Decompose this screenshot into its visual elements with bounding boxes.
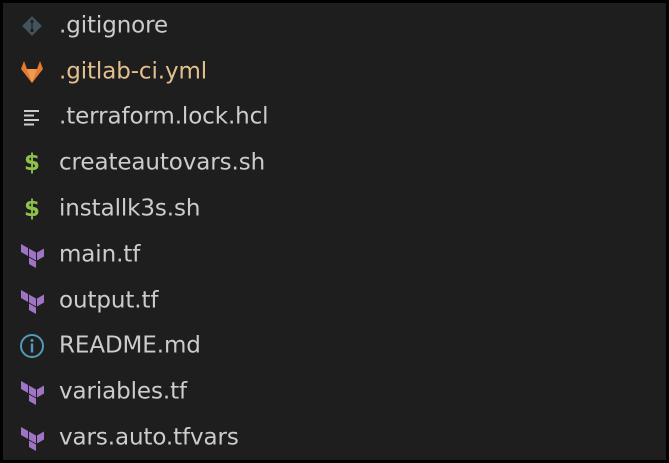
file-item-createautovars[interactable]: $ createautovars.sh: [3, 140, 666, 186]
file-name: .terraform.lock.hcl: [59, 103, 269, 130]
shell-dollar-icon: $: [23, 149, 40, 176]
file-item-installk3s[interactable]: $ installk3s.sh: [3, 186, 666, 232]
file-name: .gitlab-ci.yml: [59, 58, 208, 85]
file-item-output-tf[interactable]: output.tf: [3, 278, 666, 324]
file-item-readme[interactable]: README.md: [3, 324, 666, 370]
info-icon: [17, 331, 47, 361]
terraform-icon: [17, 286, 47, 316]
text-lines-icon: [17, 102, 47, 132]
gitlab-icon: [17, 57, 47, 87]
file-explorer: .gitignore .gitlab-ci.yml .terraform.loc…: [3, 3, 666, 460]
git-icon: [17, 11, 47, 41]
file-name: variables.tf: [59, 378, 187, 405]
terraform-icon: [17, 377, 47, 407]
file-item-main-tf[interactable]: main.tf: [3, 232, 666, 278]
shell-dollar-icon: $: [23, 195, 40, 222]
file-item-terraform-lock[interactable]: .terraform.lock.hcl: [3, 95, 666, 141]
terraform-icon: [17, 423, 47, 453]
file-name: main.tf: [59, 241, 141, 268]
file-name: .gitignore: [59, 12, 169, 39]
file-name: createautovars.sh: [59, 149, 266, 176]
file-name: installk3s.sh: [59, 195, 201, 222]
file-item-vars-auto-tfvars[interactable]: vars.auto.tfvars: [3, 415, 666, 460]
file-item-gitignore[interactable]: .gitignore: [3, 3, 666, 49]
file-item-gitlab-ci[interactable]: .gitlab-ci.yml: [3, 49, 666, 95]
terraform-icon: [17, 240, 47, 270]
file-name: vars.auto.tfvars: [59, 424, 239, 451]
file-name: README.md: [59, 332, 201, 359]
file-list: .gitignore .gitlab-ci.yml .terraform.loc…: [3, 3, 666, 460]
file-item-variables-tf[interactable]: variables.tf: [3, 369, 666, 415]
file-name: output.tf: [59, 287, 159, 314]
